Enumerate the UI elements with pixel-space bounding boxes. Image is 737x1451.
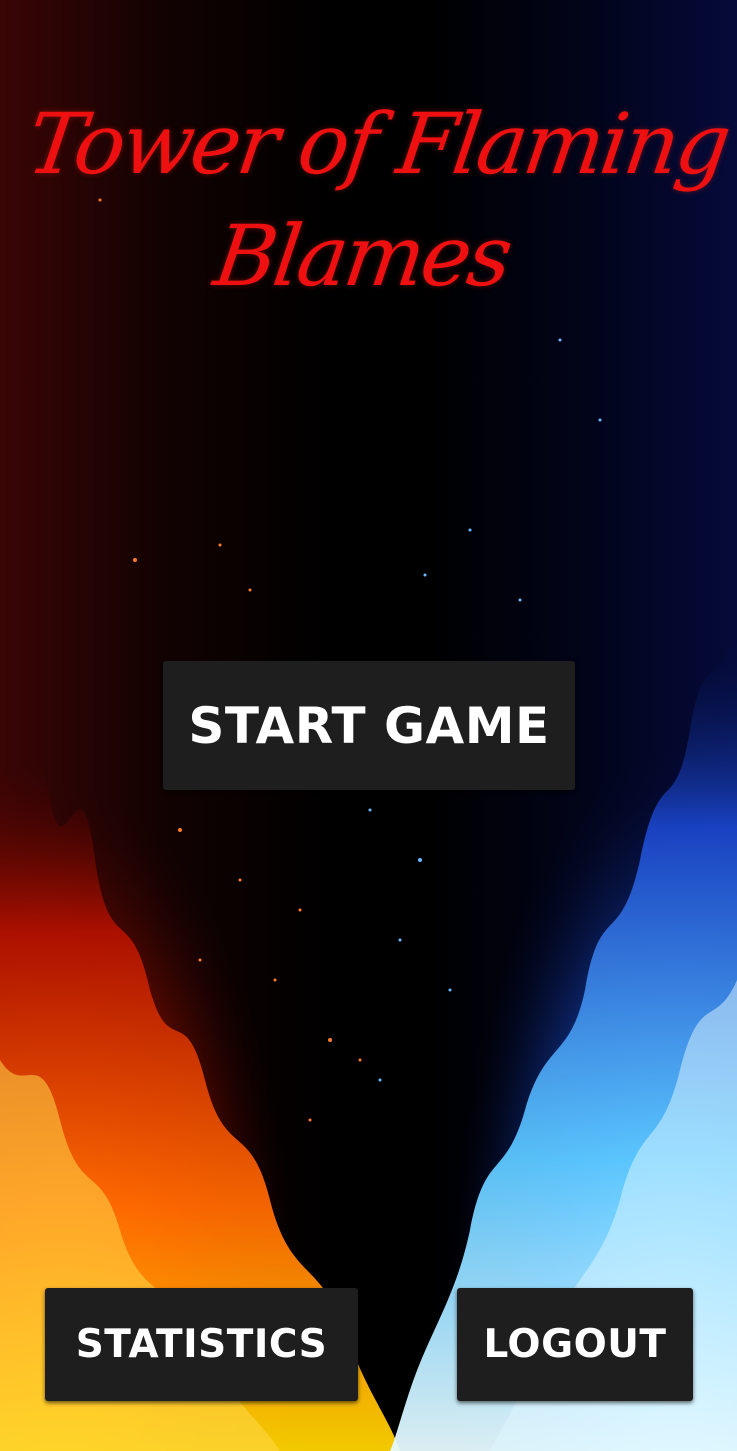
game-title-line1: Tower of Flaming xyxy=(21,95,735,193)
game-title: Tower of Flaming Blames xyxy=(4,88,735,312)
start-game-button[interactable]: START GAME xyxy=(163,661,575,790)
logout-button[interactable]: LOGOUT xyxy=(457,1288,693,1401)
game-title-line2: Blames xyxy=(208,207,516,305)
statistics-button[interactable]: STATISTICS xyxy=(45,1288,358,1401)
main-menu-screen: Tower of Flaming Blames START GAME STATI… xyxy=(0,0,737,1451)
